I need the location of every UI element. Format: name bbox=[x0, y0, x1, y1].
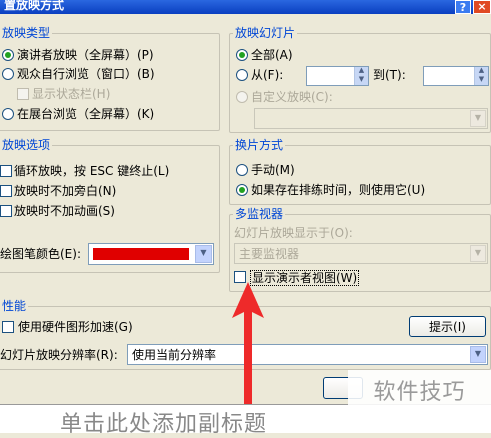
label-display-on: 幻灯片放映显示于(O): bbox=[234, 226, 353, 240]
checkbox-status-bar[interactable] bbox=[17, 88, 29, 100]
label-presenter: 演讲者放映（全屏幕）(P) bbox=[17, 48, 154, 62]
advance-title: 换片方式 bbox=[233, 138, 286, 152]
label-manual: 手动(M) bbox=[251, 163, 295, 177]
pen-color-swatch bbox=[93, 248, 189, 260]
chevron-down-icon: ▼ bbox=[195, 245, 212, 263]
resolution-dropdown[interactable]: 使用当前分辨率 ▼ bbox=[127, 344, 488, 365]
radio-use-timings[interactable] bbox=[236, 184, 248, 196]
checkbox-no-narration[interactable] bbox=[0, 185, 12, 197]
radio-manual[interactable] bbox=[236, 164, 248, 176]
to-slide-input[interactable]: ▲ ▼ bbox=[423, 66, 489, 86]
label-no-animation: 放映时不加动画(S) bbox=[14, 204, 115, 218]
tips-button[interactable]: 提示(I) bbox=[409, 316, 486, 337]
arrow-head bbox=[232, 282, 264, 404]
checkbox-hw-accel[interactable] bbox=[2, 321, 14, 333]
pen-color-picker[interactable]: ▼ bbox=[88, 243, 214, 265]
label-from: 从(F): bbox=[251, 68, 284, 82]
label-to: 到(T): bbox=[373, 68, 406, 82]
resolution-value: 使用当前分辨率 bbox=[132, 348, 217, 362]
chevron-down-icon: ▼ bbox=[470, 245, 486, 262]
checkbox-no-animation[interactable] bbox=[0, 205, 12, 217]
show-type-title: 放映类型 bbox=[0, 26, 53, 40]
radio-all-slides[interactable] bbox=[236, 49, 248, 61]
custom-show-dropdown[interactable]: ▼ bbox=[254, 108, 488, 129]
label-pen-color: 绘图笔颜色(E): bbox=[0, 247, 81, 261]
radio-from-slide[interactable] bbox=[236, 69, 248, 81]
label-resolution: 幻灯片放映分辨率(R): bbox=[0, 348, 118, 362]
checkbox-loop[interactable] bbox=[0, 165, 12, 177]
label-all-slides: 全部(A) bbox=[251, 48, 293, 62]
from-slide-input[interactable]: ▲ ▼ bbox=[306, 66, 369, 86]
performance-title: 性能 bbox=[0, 299, 29, 313]
show-options-title: 放映选项 bbox=[0, 138, 53, 152]
radio-browsed-window[interactable] bbox=[2, 68, 14, 80]
radio-custom-show[interactable] bbox=[236, 91, 248, 103]
red-arrow-annotation bbox=[232, 282, 264, 404]
radio-presenter[interactable] bbox=[2, 49, 14, 61]
radio-kiosk[interactable] bbox=[2, 108, 14, 120]
from-spin-down[interactable]: ▼ bbox=[354, 76, 368, 85]
monitors-title: 多监视器 bbox=[233, 207, 286, 221]
label-loop: 循环放映，按 ESC 键终止(L) bbox=[14, 164, 170, 178]
label-custom-show: 自定义放映(C): bbox=[251, 90, 333, 104]
label-hw-accel: 使用硬件图形加速(G) bbox=[18, 320, 133, 334]
label-kiosk: 在展台浏览（全屏幕）(K) bbox=[17, 107, 155, 121]
chevron-down-icon: ▼ bbox=[470, 110, 486, 127]
subtitle-placeholder: 单击此处添加副标题 bbox=[60, 412, 268, 437]
monitor-value: 主要监视器 bbox=[239, 247, 300, 261]
monitor-dropdown[interactable]: 主要监视器 ▼ bbox=[234, 243, 488, 264]
label-status-bar: 显示状态栏(H) bbox=[32, 87, 111, 101]
label-use-timings: 如果存在排练时间，则使用它(U) bbox=[251, 183, 426, 197]
show-slides-title: 放映幻灯片 bbox=[233, 26, 298, 40]
label-no-narration: 放映时不加旁白(N) bbox=[14, 184, 117, 198]
help-button[interactable]: ? bbox=[455, 0, 471, 14]
title-bar: 置放映方式 ? × bbox=[0, 0, 491, 14]
window-title: 置放映方式 bbox=[4, 0, 65, 12]
to-spin-down[interactable]: ▼ bbox=[474, 76, 488, 85]
chevron-down-icon: ▼ bbox=[470, 346, 486, 363]
close-button[interactable]: × bbox=[473, 0, 491, 14]
watermark: 软件技巧 bbox=[348, 370, 491, 432]
label-browsed-window: 观众自行浏览（窗口）(B) bbox=[17, 67, 155, 81]
